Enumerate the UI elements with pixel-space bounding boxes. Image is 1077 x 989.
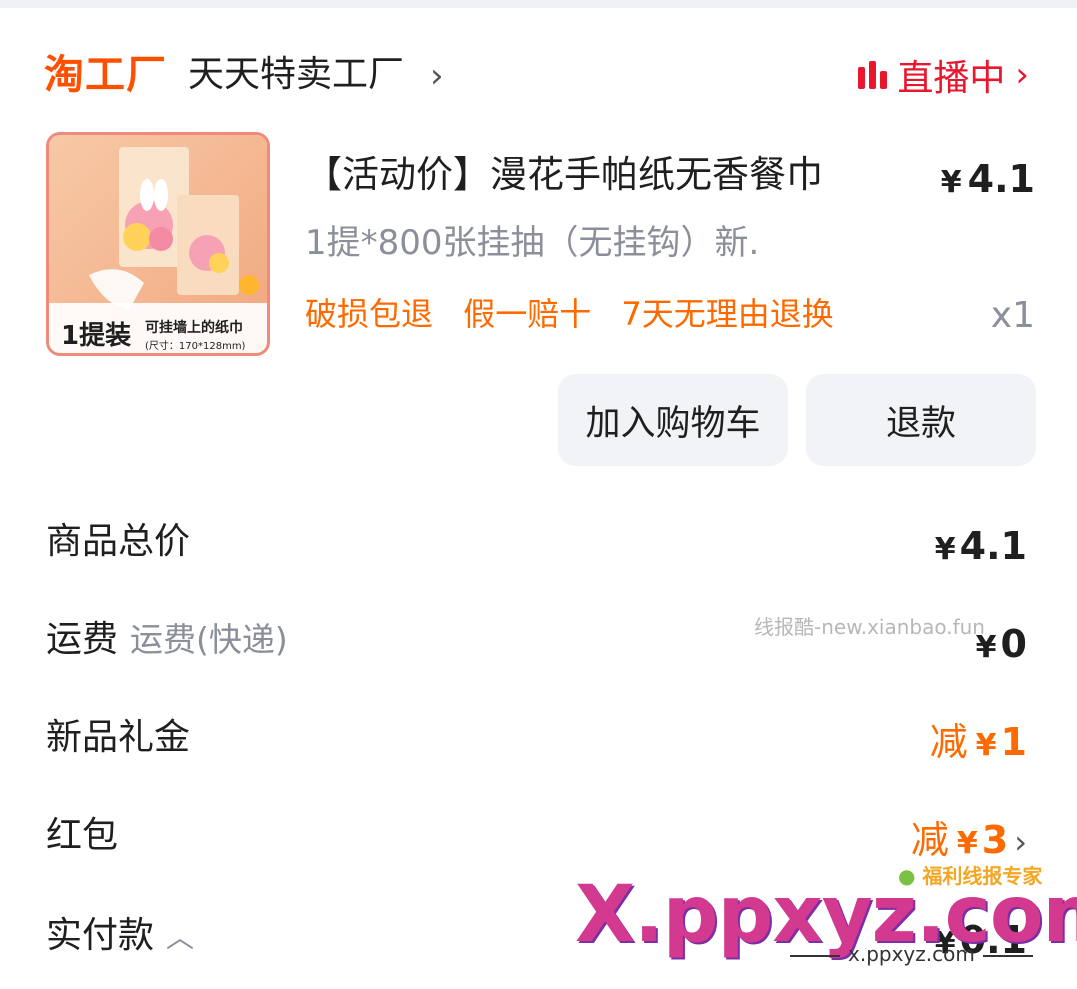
redpacket-label: 红包 [46,815,119,856]
price-value: 4.1 [967,157,1035,201]
service-tag: 破损包退 [305,295,434,333]
discount-prefix: 减 [910,818,949,862]
currency-symbol: ¥ [975,728,997,763]
live-status-button[interactable]: 直播中 › [858,52,1029,99]
image-badge-main: 1提装 [61,321,132,351]
shop-logo[interactable]: 淘工厂 [44,50,167,100]
shipping-row: 运费 运费(快递) [46,616,288,664]
service-tags: 破损包退 假一赔十 7天无理由退换 [305,292,854,336]
chevron-right-icon: › [1014,823,1027,861]
watermark-xianbao: 线报酷-new.xianbao.fun [754,615,985,639]
product-quantity: x1 [990,295,1035,336]
gift-label: 新品礼金 [46,717,191,758]
amount: 1 [1000,720,1027,764]
live-label: 直播中 [897,58,1006,99]
product-spec: 1提*800张挂抽（无挂钩）新. [305,223,760,263]
gift-value: 减 ¥1 [930,718,1027,770]
currency-symbol: ¥ [934,532,956,567]
amount: 4.1 [959,524,1027,568]
watermark-ppxyz-small: x.ppxyz.com [790,942,1033,966]
currency-symbol: ¥ [956,826,978,861]
service-tag: 7天无理由退换 [621,295,834,333]
image-badge-text: 可挂墙上的纸巾 [145,320,243,336]
shipping-label: 运费 [46,619,119,660]
total-label: 商品总价 [46,521,191,562]
product-title[interactable]: 【活动价】漫花手帕纸无香餐巾 [305,150,823,200]
paid-label: 实付款 [46,915,155,956]
product-price: ¥4.1 [941,156,1035,206]
refund-button[interactable]: 退款 [806,374,1036,466]
image-badge-size: (尺寸：170*128mm) [145,341,246,352]
shipping-method: 运费(快递) [130,620,288,659]
product-image[interactable]: 1提装 可挂墙上的纸巾 (尺寸：170*128mm) [46,132,270,356]
add-to-cart-button[interactable]: 加入购物车 [558,374,788,466]
chevron-up-icon[interactable]: ︿ [166,921,194,954]
discount-prefix: 减 [929,720,968,764]
chevron-right-icon[interactable]: › [430,56,444,96]
amount: 0 [1000,622,1027,666]
total-value: ¥4.1 [935,522,1027,574]
paid-row[interactable]: 实付款 ︿ [46,912,194,962]
service-tag: 假一赔十 [463,295,592,333]
amount: 3 [981,818,1009,862]
price-symbol: ¥ [940,165,962,200]
top-divider [0,0,1077,8]
shop-name[interactable]: 天天特卖工厂 [188,52,404,98]
live-bars-icon [858,61,888,89]
chevron-right-icon: › [1015,55,1029,95]
